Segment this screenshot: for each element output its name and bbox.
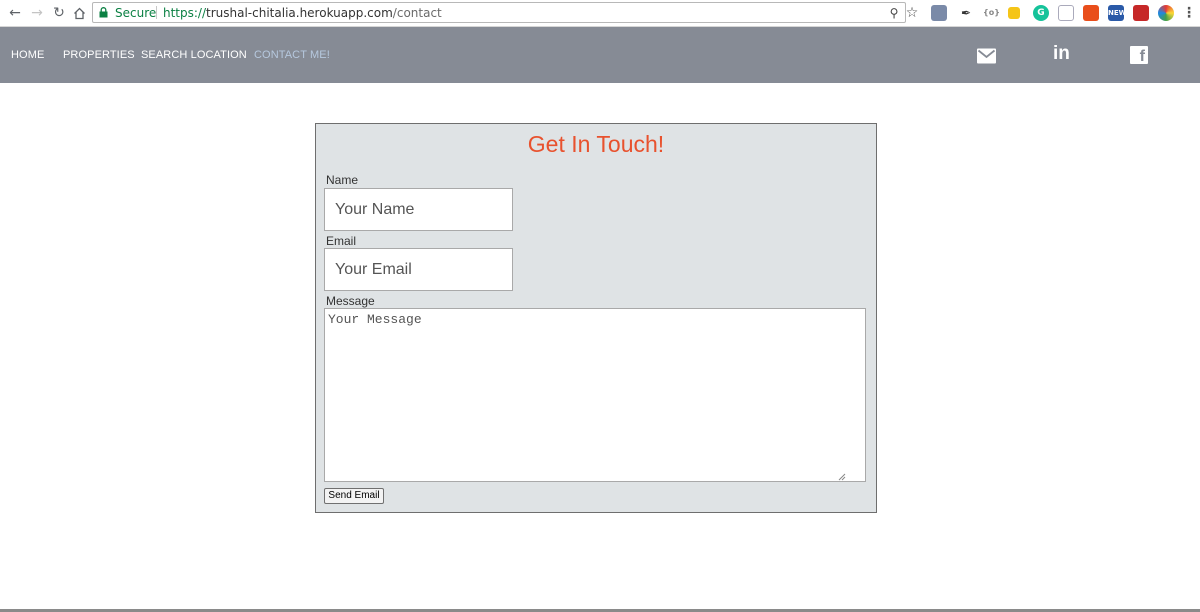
nav-home[interactable]: HOME — [11, 49, 44, 61]
email-icon[interactable] — [977, 47, 996, 65]
resize-grip-icon[interactable] — [838, 473, 846, 481]
bookmark-star-icon[interactable]: ☆ — [904, 5, 920, 21]
url-host: trushal-chitalia.herokuapp.com — [206, 6, 393, 20]
extension-icon[interactable] — [931, 5, 947, 21]
url-text[interactable]: https://trushal-chitalia.herokuapp.com/c… — [163, 6, 442, 20]
site-navbar: HOME PROPERTIES SEARCH LOCATION CONTACT … — [0, 27, 1200, 83]
facebook-icon[interactable]: f — [1130, 46, 1148, 65]
clipper-icon[interactable] — [1133, 5, 1149, 21]
search-icon[interactable]: ⚲ — [886, 5, 902, 21]
nav-properties[interactable]: PROPERTIES — [63, 49, 135, 61]
forward-button[interactable]: → — [28, 4, 46, 22]
office-icon[interactable] — [1083, 5, 1099, 21]
omnibox-divider — [156, 6, 157, 19]
message-textarea[interactable] — [324, 308, 866, 482]
vertical-dots-icon[interactable]: ⋮ — [1182, 5, 1196, 21]
email-label: Email — [326, 234, 357, 248]
send-email-button[interactable]: Send Email — [324, 488, 384, 504]
highlighter-icon[interactable] — [1008, 7, 1020, 19]
message-label: Message — [326, 294, 375, 308]
home-icon — [73, 7, 85, 20]
eyedropper-icon[interactable]: ✒ — [958, 5, 974, 21]
form-title: Get In Touch! — [527, 131, 665, 157]
email-input[interactable] — [324, 248, 513, 291]
color-picker-icon[interactable] — [1158, 5, 1174, 21]
url-scheme: https:// — [163, 6, 207, 20]
news-icon[interactable]: NEW — [1108, 5, 1126, 21]
back-button[interactable]: ← — [6, 4, 24, 22]
name-label: Name — [326, 173, 359, 187]
contact-form: Get In Touch! Name Email Message Send Em… — [315, 123, 877, 513]
name-input[interactable] — [324, 188, 513, 231]
browser-toolbar: ← → ↻ Secure https://trushal-chitalia.he… — [0, 0, 1200, 27]
json-viewer-icon[interactable]: {o} — [983, 5, 1000, 21]
nav-contact[interactable]: CONTACT ME! — [254, 49, 330, 61]
nav-search-location[interactable]: SEARCH LOCATION — [141, 49, 247, 61]
home-button[interactable] — [70, 4, 88, 22]
url-path: /contact — [392, 6, 442, 20]
address-bar[interactable]: Secure https://trushal-chitalia.herokuap… — [92, 2, 918, 23]
grammarly-icon[interactable]: G — [1033, 5, 1049, 21]
lock-icon — [99, 7, 108, 18]
linkedin-icon[interactable]: in — [1053, 43, 1070, 64]
security-status[interactable]: Secure — [115, 6, 156, 20]
facebook-letter: f — [1139, 48, 1145, 65]
cast-icon[interactable] — [1058, 5, 1074, 21]
reload-button[interactable]: ↻ — [50, 4, 68, 22]
